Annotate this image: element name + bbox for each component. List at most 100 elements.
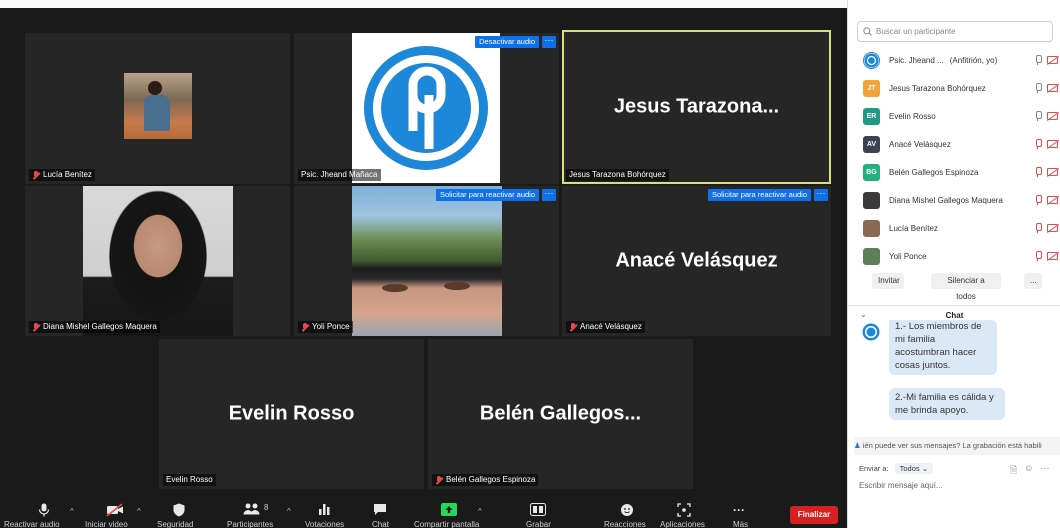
chevron-down-icon: ⌄ bbox=[921, 464, 929, 473]
share-screen-icon[interactable] bbox=[441, 503, 457, 519]
participant-row[interactable]: BG Belén Gallegos Espinoza bbox=[863, 162, 1058, 182]
video-tile-lucia[interactable]: Lucía Benítez bbox=[25, 33, 290, 184]
muted-mic-icon[interactable] bbox=[1034, 139, 1042, 149]
participant-video bbox=[352, 186, 502, 336]
participant-big-name: Anacé Velásquez bbox=[615, 249, 778, 272]
side-panel: Psic. Jheand ...(Anfitrión, yo) JT Jesus T… bbox=[847, 0, 1060, 528]
participant-row[interactable]: Yoli Ponce bbox=[863, 246, 1058, 266]
muted-mic-icon bbox=[32, 322, 40, 332]
video-tile-evelin[interactable]: Evelin Rosso Evelin Rosso bbox=[159, 339, 424, 489]
search-input[interactable] bbox=[876, 27, 1046, 36]
muted-mic-icon bbox=[435, 475, 443, 485]
tile-more-button[interactable]: ··· bbox=[814, 189, 828, 201]
participant-status-icons bbox=[1034, 251, 1058, 261]
participant-status-icons bbox=[1034, 111, 1058, 121]
video-tile-jesus[interactable]: Jesus Tarazona... Jesus Tarazona Bohórqu… bbox=[562, 30, 831, 184]
chat-message: 1.- Los miembros de mi familia acostumbr… bbox=[889, 320, 997, 375]
end-meeting-button[interactable]: Finalizar bbox=[790, 506, 838, 524]
recipient-select[interactable]: Todos ⌄ bbox=[894, 463, 934, 474]
participant-row[interactable]: ER Evelin Rosso bbox=[863, 106, 1058, 126]
toolbar-label-participants: Participantes bbox=[227, 520, 274, 528]
video-tile-yoli[interactable]: Yoli Ponce Solicitar para reactivar audi… bbox=[294, 186, 559, 336]
mic-icon[interactable] bbox=[1034, 83, 1042, 93]
mute-audio-button[interactable]: Desactivar audio bbox=[475, 36, 539, 48]
tile-more-button[interactable]: ··· bbox=[542, 189, 556, 201]
muted-mic-icon bbox=[301, 322, 309, 332]
video-off-icon[interactable] bbox=[1047, 224, 1058, 232]
invite-button[interactable]: Invitar bbox=[872, 273, 904, 289]
participant-status-icons bbox=[1034, 223, 1058, 233]
muted-mic-icon[interactable] bbox=[1034, 195, 1042, 205]
participants-options-chevron-icon[interactable]: ^ bbox=[287, 507, 291, 516]
video-tile-anace[interactable]: Anacé Velásquez Anacé Velásquez Solicita… bbox=[562, 186, 831, 336]
chat-icon[interactable] bbox=[373, 503, 387, 519]
participant-avatar bbox=[863, 247, 880, 265]
video-off-icon[interactable] bbox=[1047, 56, 1058, 64]
participants-icon[interactable] bbox=[243, 503, 261, 518]
mic-icon[interactable] bbox=[1034, 111, 1042, 121]
participant-row[interactable]: AV Anacé Velásquez bbox=[863, 134, 1058, 154]
participant-name: Psic. Jheand ... (Anfitrión, yo) bbox=[889, 55, 998, 65]
file-icon[interactable]: 🗎 bbox=[1010, 463, 1017, 479]
logo-icon bbox=[364, 46, 488, 170]
video-tile-host[interactable]: Psic. Jheand Mañaca Desactivar audio ··· bbox=[294, 33, 559, 184]
participants-count: 8 bbox=[264, 503, 269, 512]
chat-message: 2.-Mi familia es cálida y me brinda apoy… bbox=[889, 388, 1005, 420]
participant-name: Lucía Benítez bbox=[889, 223, 938, 233]
request-unmute-button[interactable]: Solicitar para reactivar audio bbox=[707, 189, 811, 201]
video-off-icon[interactable] bbox=[1047, 168, 1058, 176]
participant-avatar: BG bbox=[863, 163, 880, 181]
polls-icon[interactable] bbox=[318, 503, 330, 518]
emoji-icon[interactable]: ☺ bbox=[1024, 463, 1033, 479]
people-icon: ♟ bbox=[854, 441, 861, 450]
participants-more-button[interactable]: ... bbox=[1024, 273, 1042, 289]
tile-name-tag: Lucía Benítez bbox=[29, 169, 95, 181]
start-video-icon[interactable] bbox=[106, 503, 124, 520]
tile-name-tag: Psic. Jheand Mañaca bbox=[298, 169, 381, 181]
participant-avatar bbox=[863, 51, 880, 69]
apps-icon[interactable] bbox=[677, 503, 691, 520]
video-tile-belen[interactable]: Belén Gallegos... Belén Gallegos Espinoz… bbox=[428, 339, 693, 489]
participant-row[interactable]: Lucía Benítez bbox=[863, 218, 1058, 238]
video-tile-diana[interactable]: Diana Mishel Gallegos Maquera bbox=[25, 186, 290, 336]
send-to-label: Enviar a: bbox=[859, 464, 889, 473]
participant-avatar: JT bbox=[863, 79, 880, 97]
host-logo-image bbox=[352, 33, 500, 183]
video-off-icon[interactable] bbox=[1047, 112, 1058, 120]
video-off-icon[interactable] bbox=[1047, 140, 1058, 148]
participant-row[interactable]: JT Jesus Tarazona Bohórquez bbox=[863, 78, 1058, 98]
mute-all-button[interactable]: Silenciar a todos bbox=[931, 273, 1001, 301]
audio-options-chevron-icon[interactable]: ^ bbox=[70, 507, 74, 516]
participant-search-box[interactable] bbox=[857, 21, 1053, 42]
video-options-chevron-icon[interactable]: ^ bbox=[137, 507, 141, 516]
mic-icon[interactable] bbox=[1034, 55, 1042, 65]
more-options-icon[interactable]: ··· bbox=[733, 503, 745, 517]
muted-mic-icon bbox=[569, 322, 577, 332]
toolbar-label-polls: Votaciones bbox=[305, 520, 345, 528]
security-shield-icon[interactable] bbox=[173, 503, 185, 520]
muted-mic-icon[interactable] bbox=[1034, 223, 1042, 233]
request-unmute-button[interactable]: Solicitar para reactivar audio bbox=[435, 189, 539, 201]
muted-mic-icon[interactable] bbox=[1034, 251, 1042, 261]
more-icon[interactable]: ··· bbox=[1040, 463, 1049, 479]
unmute-microphone-icon[interactable] bbox=[38, 503, 50, 520]
video-off-icon[interactable] bbox=[1047, 84, 1058, 92]
chat-message-input[interactable] bbox=[859, 481, 1049, 490]
toolbar-label-security: Seguridad bbox=[157, 520, 194, 528]
send-to-row: Enviar a: Todos ⌄ bbox=[859, 463, 934, 474]
tile-name-tag: Diana Mishel Gallegos Maquera bbox=[29, 321, 160, 333]
video-off-icon[interactable] bbox=[1047, 252, 1058, 260]
video-off-icon[interactable] bbox=[1047, 196, 1058, 204]
reactions-icon[interactable] bbox=[620, 503, 634, 520]
record-icon[interactable] bbox=[530, 503, 546, 519]
share-options-chevron-icon[interactable]: ^ bbox=[478, 507, 482, 516]
toolbar-label-record: Grabar bbox=[526, 520, 551, 528]
participant-video bbox=[83, 186, 233, 336]
tile-name-tag: Evelin Rosso bbox=[163, 474, 216, 486]
muted-mic-icon[interactable] bbox=[1034, 167, 1042, 177]
participant-row[interactable]: Diana Mishel Gallegos Maquera bbox=[863, 190, 1058, 210]
tile-more-button[interactable]: ··· bbox=[542, 36, 556, 48]
chat-recording-notice: ♟ ién puede ver sus mensajes? La grabaci… bbox=[854, 437, 1060, 455]
participant-avatar bbox=[863, 219, 880, 237]
participant-row[interactable]: Psic. Jheand ... (Anfitrión, yo) bbox=[863, 50, 1058, 70]
